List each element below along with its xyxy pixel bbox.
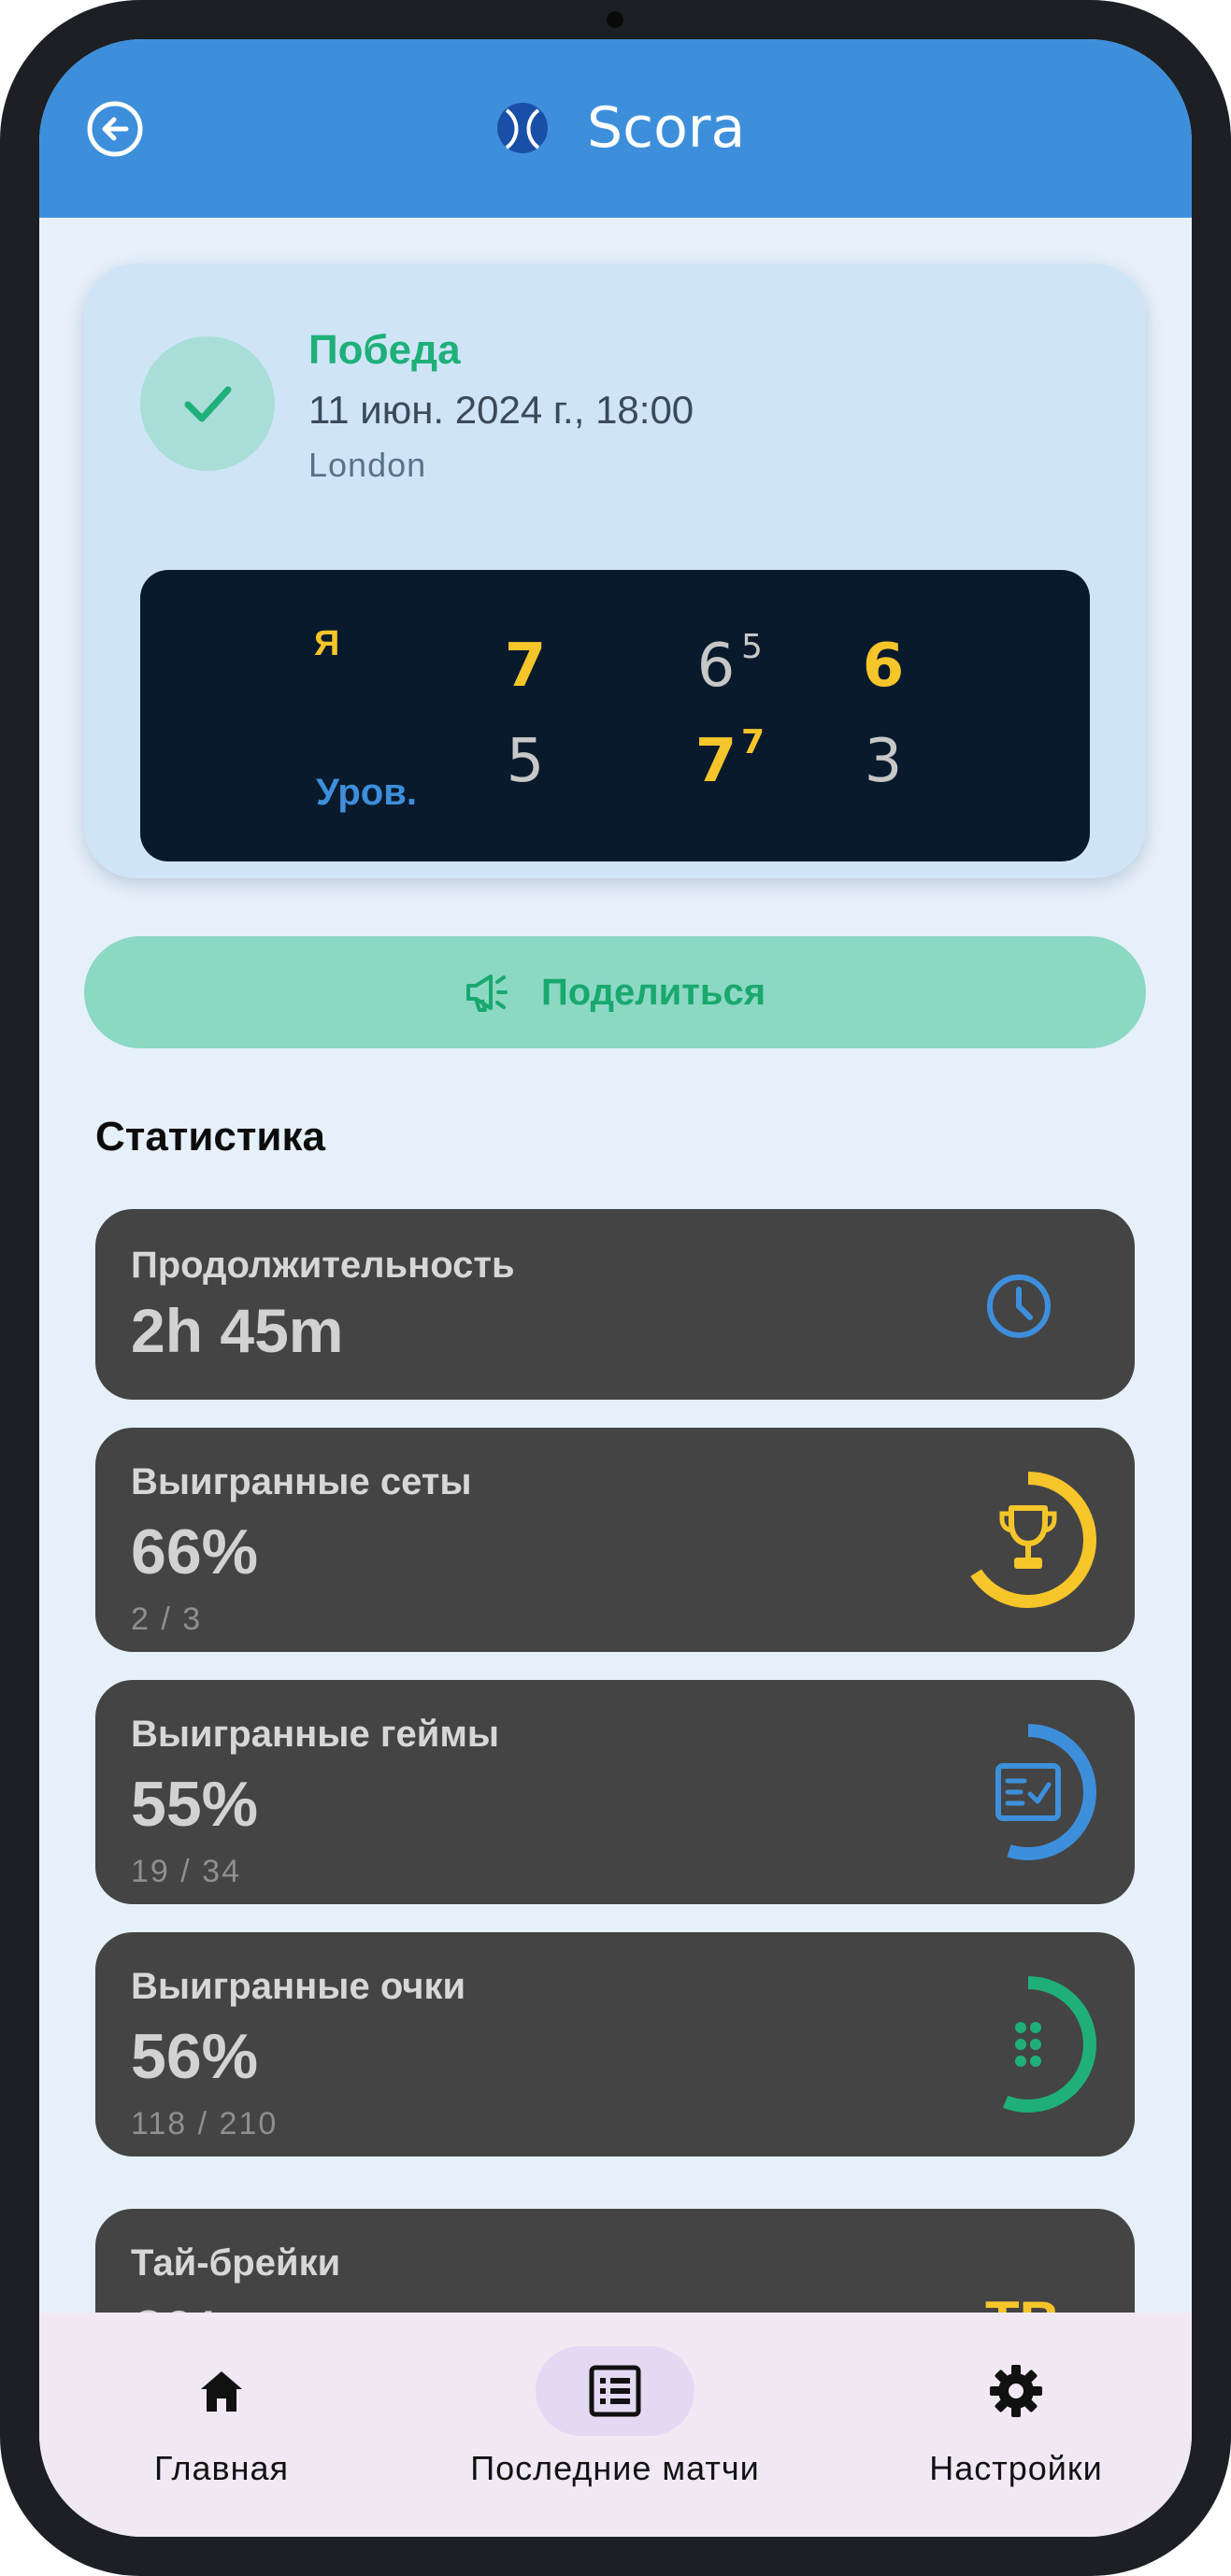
- app-title: Scora: [587, 95, 746, 161]
- progress-ring: [960, 1976, 1096, 2113]
- top-app-bar: Scora: [39, 39, 1192, 218]
- arrow-circle-left-icon: [87, 101, 143, 157]
- back-button[interactable]: [85, 99, 145, 159]
- match-date: 11 июн. 2024 г., 18:00: [308, 388, 694, 432]
- stat-label: Тай-брейки: [131, 2242, 341, 2284]
- stat-value: 2h 45m: [131, 1296, 344, 1365]
- trophy-icon: [999, 1505, 1057, 1569]
- nav-icon-container: [937, 2346, 1095, 2436]
- win-badge: [140, 336, 275, 471]
- match-location: London: [308, 446, 427, 484]
- checkmark-icon: [184, 386, 232, 422]
- nav-item-recent-matches[interactable]: Последние матчи: [447, 2313, 783, 2537]
- set-3-score-opponent: 3: [864, 727, 903, 796]
- set-2-tiebreak-me: 5: [741, 628, 763, 666]
- stat-count: 2 / 3: [131, 1601, 203, 1637]
- share-button[interactable]: Поделиться: [84, 936, 1146, 1048]
- stat-count: 19 / 34: [131, 1854, 241, 1889]
- nav-item-home[interactable]: Главная: [133, 2313, 310, 2537]
- home-icon: [201, 2371, 242, 2412]
- set-3-score-me: 6: [862, 632, 905, 701]
- stat-value: 56%: [131, 2021, 259, 2092]
- nav-label: Главная: [153, 2449, 290, 2487]
- stats-section-title: Статистика: [95, 1114, 325, 1160]
- share-label: Поделиться: [540, 971, 766, 1013]
- nav-item-settings[interactable]: Настройки: [909, 2313, 1124, 2537]
- megaphone-icon: [465, 975, 508, 1012]
- nav-icon-container: [142, 2346, 301, 2436]
- nav-icon-container: [536, 2346, 694, 2436]
- bottom-navigation: Главная Последние матчи Настройки: [39, 2313, 1192, 2537]
- set-2-tiebreak-opponent: 7: [741, 723, 766, 761]
- stat-value: 55%: [131, 1769, 259, 1840]
- stat-label: Выигранные очки: [131, 1966, 466, 2007]
- nav-label: Последние матчи: [470, 2449, 760, 2487]
- dots-grid-icon: [1015, 2022, 1041, 2067]
- match-result-card: Победа 11 июн. 2024 г., 18:00 London Я У…: [84, 263, 1146, 878]
- set-1-score-me: 7: [504, 632, 547, 701]
- scoreboard: Я Уров. 7 5 6 5 7 7 6 3: [140, 570, 1090, 861]
- progress-ring: [960, 1724, 1096, 1860]
- stat-label: Продолжительность: [131, 1245, 515, 1286]
- nav-label: Настройки: [929, 2449, 1103, 2487]
- stat-count: 118 / 210: [131, 2106, 279, 2142]
- stat-card-games-won: Выигранные геймы 55% 19 / 34: [95, 1680, 1135, 1904]
- stat-label: Выигранные геймы: [131, 1714, 500, 1755]
- camera-dot: [607, 11, 623, 28]
- stat-card-sets-won: Выигранные сеты 66% 2 / 3: [95, 1428, 1135, 1652]
- set-1-score-opponent: 5: [506, 727, 545, 796]
- app-screen: Scora Победа 11 июн. 2024 г., 18:00 Lond…: [39, 39, 1192, 2537]
- clock-icon: [987, 1274, 1051, 1338]
- gear-icon: [990, 2365, 1042, 2417]
- player-opponent-name: Уров.: [316, 772, 417, 813]
- set-2-score-opponent: 7 7: [694, 723, 766, 796]
- scorecard-icon: [995, 1763, 1061, 1821]
- progress-ring: [960, 1472, 1096, 1608]
- phone-frame: Scora Победа 11 июн. 2024 г., 18:00 Lond…: [0, 0, 1231, 2576]
- stat-card-duration: Продолжительность 2h 45m: [95, 1209, 1135, 1400]
- stat-card-points-won: Выигранные очки 56% 118 / 210: [95, 1932, 1135, 2156]
- set-2-score-me: 6 5: [696, 628, 763, 701]
- stat-label: Выигранные сеты: [131, 1461, 472, 1502]
- player-me-name: Я: [314, 624, 340, 663]
- match-result: Победа: [308, 327, 461, 373]
- tennis-ball-icon: [497, 103, 548, 153]
- list-icon: [589, 2365, 641, 2417]
- stat-value: 66%: [131, 1516, 259, 1587]
